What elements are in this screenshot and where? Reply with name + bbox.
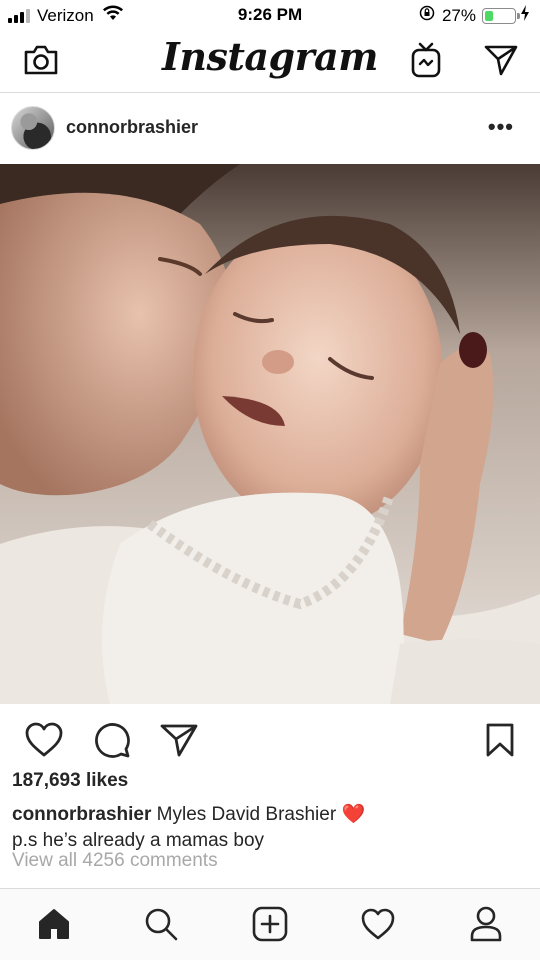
more-options-icon[interactable]: ••• <box>488 116 514 138</box>
wifi-icon <box>102 5 124 26</box>
bookmark-icon[interactable] <box>478 718 522 762</box>
post-username[interactable]: connorbrashier <box>66 117 198 138</box>
camera-icon[interactable] <box>21 40 61 80</box>
signal-strength-icon <box>8 8 32 23</box>
charging-bolt-icon <box>520 5 530 26</box>
post-header: connorbrashier ••• <box>0 93 540 164</box>
bottom-tab-bar <box>0 888 540 960</box>
logo-text: Instagram <box>162 34 378 79</box>
view-all-comments-link[interactable]: View all 4256 comments <box>12 850 218 872</box>
status-left: Verizon <box>8 5 124 26</box>
instagram-logo: Instagram <box>0 34 540 79</box>
direct-message-icon[interactable] <box>481 40 521 80</box>
photo-mother-kissing-baby <box>0 164 540 704</box>
avatar[interactable] <box>11 106 55 150</box>
status-bar: Verizon 9:26 PM 27% <box>0 0 540 30</box>
status-right: 27% <box>419 5 530 26</box>
caption-username[interactable]: connorbrashier <box>12 804 151 825</box>
activity-icon[interactable] <box>355 901 401 947</box>
caption-text: Myles David Brashier <box>156 804 337 825</box>
battery-level <box>485 10 493 21</box>
rotation-lock-icon <box>419 5 435 26</box>
share-icon[interactable] <box>157 718 201 762</box>
likes-count[interactable]: 187,693 likes <box>12 770 128 792</box>
igtv-icon[interactable] <box>406 40 446 80</box>
post-actions <box>0 704 540 770</box>
post-photo[interactable] <box>0 164 540 704</box>
search-icon[interactable] <box>138 901 184 947</box>
carrier-name: Verizon <box>37 5 94 25</box>
app-header: Instagram <box>0 30 540 93</box>
caption-line-1: connorbrashier Myles David Brashier ❤️ <box>12 802 532 828</box>
battery-icon <box>482 7 520 24</box>
post-caption: connorbrashier Myles David Brashier ❤️ p… <box>12 802 532 854</box>
battery-percent: 27% <box>441 5 476 25</box>
like-heart-icon[interactable] <box>22 718 66 762</box>
heart-emoji: ❤️ <box>341 804 366 825</box>
new-post-icon[interactable] <box>247 901 293 947</box>
comment-icon[interactable] <box>90 718 134 762</box>
home-icon[interactable] <box>31 901 77 947</box>
profile-icon[interactable] <box>463 901 509 947</box>
